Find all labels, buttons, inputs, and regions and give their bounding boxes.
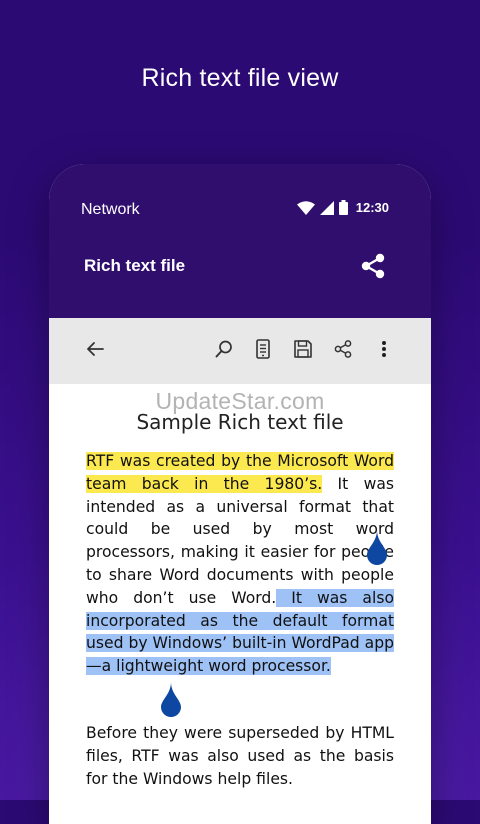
- app-bar-title: Rich text file: [84, 256, 186, 275]
- document-title: Sample Rich text file: [136, 410, 344, 434]
- document-paragraph-1[interactable]: RTF was created by the Microsoft Word te…: [86, 450, 394, 678]
- back-button[interactable]: [83, 337, 107, 361]
- signal-icon: [319, 200, 334, 215]
- reading-mode-icon: [256, 339, 270, 359]
- status-carrier: Network: [81, 201, 140, 218]
- document-view[interactable]: UpdateStar.com Sample Rich text file RTF…: [49, 384, 431, 824]
- paragraph-text: It was intended as a universal format th…: [86, 474, 394, 607]
- document-toolbar: [49, 318, 431, 384]
- share-icon: [334, 340, 352, 358]
- share-icon[interactable]: [359, 252, 387, 280]
- status-time: 12:30: [355, 200, 389, 215]
- status-icons: 12:30: [296, 200, 389, 215]
- document-paragraph-2[interactable]: Before they were superseded by HTML file…: [86, 722, 394, 790]
- selection-end-handle[interactable]: [159, 682, 183, 718]
- save-button[interactable]: [291, 337, 315, 361]
- back-arrow-icon: [87, 342, 104, 356]
- promo-headline: Rich text file view: [141, 64, 339, 92]
- selection-start-handle[interactable]: [365, 530, 389, 566]
- toolbar-share-button[interactable]: [331, 337, 355, 361]
- save-icon: [294, 340, 312, 358]
- wifi-icon: [296, 200, 315, 215]
- app-bar: Rich text file: [49, 242, 431, 318]
- reading-mode-button[interactable]: [251, 337, 275, 361]
- status-bar: Network 12:30: [49, 164, 431, 252]
- phone-frame: Network 12:30 Rich text file UpdateStar.…: [49, 164, 431, 824]
- battery-icon: [338, 200, 348, 215]
- more-vert-icon: [382, 341, 386, 357]
- search-icon: [215, 340, 232, 358]
- search-button[interactable]: [212, 337, 236, 361]
- more-options-button[interactable]: [372, 337, 396, 361]
